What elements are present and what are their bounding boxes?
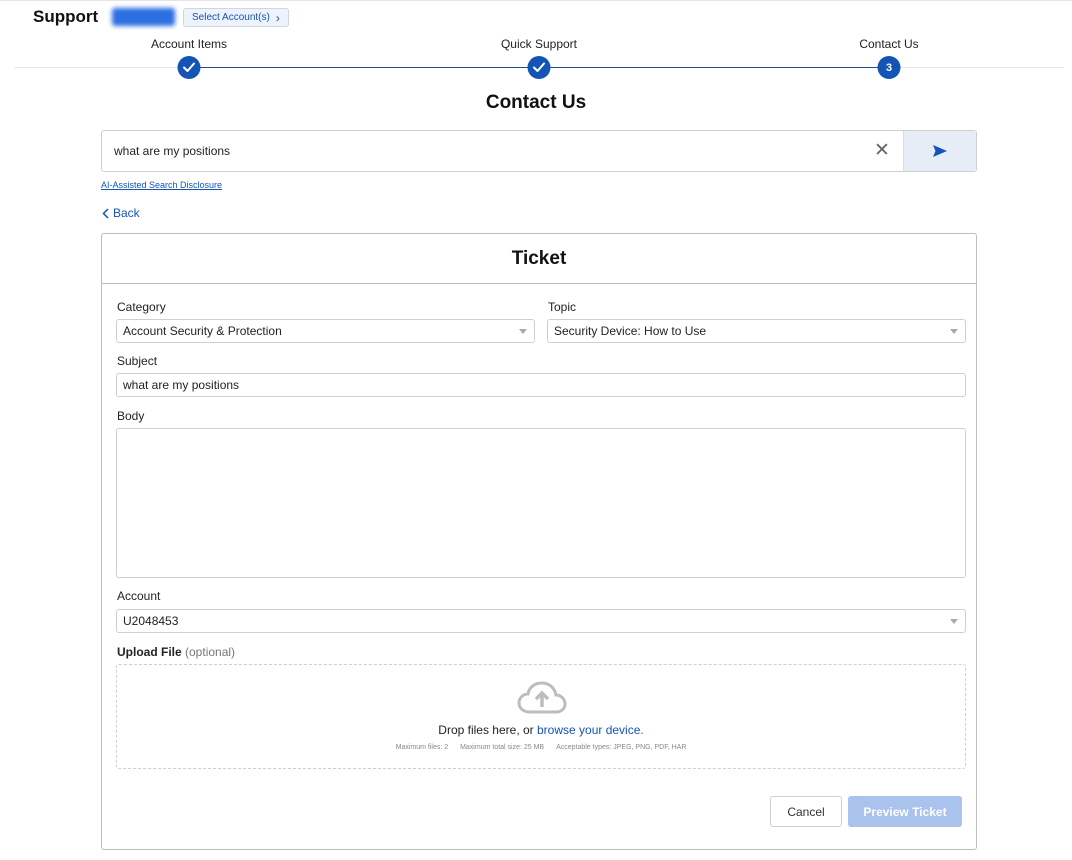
send-search-button[interactable] xyxy=(903,131,976,171)
search-input[interactable] xyxy=(114,131,854,171)
category-select[interactable]: Account Security & Protection xyxy=(116,319,535,343)
step-2-check-icon[interactable] xyxy=(527,56,551,79)
top-border xyxy=(0,0,1072,1)
account-chip[interactable] xyxy=(112,8,175,26)
chevron-right-icon: › xyxy=(275,10,280,25)
drop-instructions: Drop files here, or browse your device. xyxy=(117,723,965,737)
preview-ticket-button[interactable]: Preview Ticket xyxy=(848,796,962,827)
step-label-account-items: Account Items xyxy=(150,37,228,51)
account-select[interactable]: U2048453 xyxy=(116,609,966,633)
topic-label: Topic xyxy=(548,300,577,314)
drop-text: Drop files here, or xyxy=(438,723,534,737)
select-accounts-button[interactable]: Select Account(s) › xyxy=(183,8,289,27)
category-label: Category xyxy=(117,300,166,314)
chevron-left-icon xyxy=(102,207,109,219)
select-accounts-label: Select Account(s) xyxy=(192,12,270,23)
ticket-card: Ticket Category Account Security & Prote… xyxy=(101,233,977,850)
cloud-upload-icon xyxy=(517,681,567,714)
file-dropzone[interactable]: Drop files here, or browse your device. … xyxy=(116,664,966,769)
body-label: Body xyxy=(117,409,145,423)
upload-optional-text: (optional) xyxy=(185,645,236,659)
account-value: U2048453 xyxy=(123,614,179,628)
topic-select[interactable]: Security Device: How to Use xyxy=(547,319,966,343)
upload-limits: Maximum files: 2 Maximum total size: 25 … xyxy=(117,744,965,751)
account-label: Account xyxy=(117,589,161,603)
body-textarea[interactable] xyxy=(116,428,966,578)
browse-device-link[interactable]: browse your device. xyxy=(537,723,644,737)
caret-down-icon xyxy=(950,619,958,624)
step-1-check-icon[interactable] xyxy=(177,56,201,79)
caret-down-icon xyxy=(950,329,958,334)
subject-input[interactable] xyxy=(116,373,966,397)
ai-search-disclosure-link[interactable]: AI-Assisted Search Disclosure xyxy=(101,180,222,190)
contact-us-heading: Contact Us xyxy=(485,92,587,113)
max-size-text: Maximum total size: 25 MB xyxy=(460,744,545,751)
accepted-types-text: Acceptable types: JPEG, PNG, PDF, HAR xyxy=(556,744,687,751)
upload-label-text: Upload File xyxy=(117,645,182,659)
step-label-quick-support: Quick Support xyxy=(500,37,578,51)
upload-file-label: Upload File (optional) xyxy=(117,645,235,659)
step-3-number: 3 xyxy=(877,56,901,79)
step-label-contact-us: Contact Us xyxy=(859,37,919,51)
clear-search-icon[interactable]: ✕ xyxy=(872,141,892,161)
caret-down-icon xyxy=(519,329,527,334)
search-box: ✕ xyxy=(101,130,977,172)
subject-label: Subject xyxy=(117,354,158,368)
max-files-text: Maximum files: 2 xyxy=(395,744,449,751)
send-icon xyxy=(933,145,947,157)
cancel-button[interactable]: Cancel xyxy=(770,796,842,827)
ticket-title: Ticket xyxy=(102,234,976,284)
category-value: Account Security & Protection xyxy=(123,324,282,338)
back-label: Back xyxy=(113,206,140,220)
topic-value: Security Device: How to Use xyxy=(554,324,707,338)
page-title: Support xyxy=(33,7,99,26)
back-link[interactable]: Back xyxy=(102,206,140,220)
